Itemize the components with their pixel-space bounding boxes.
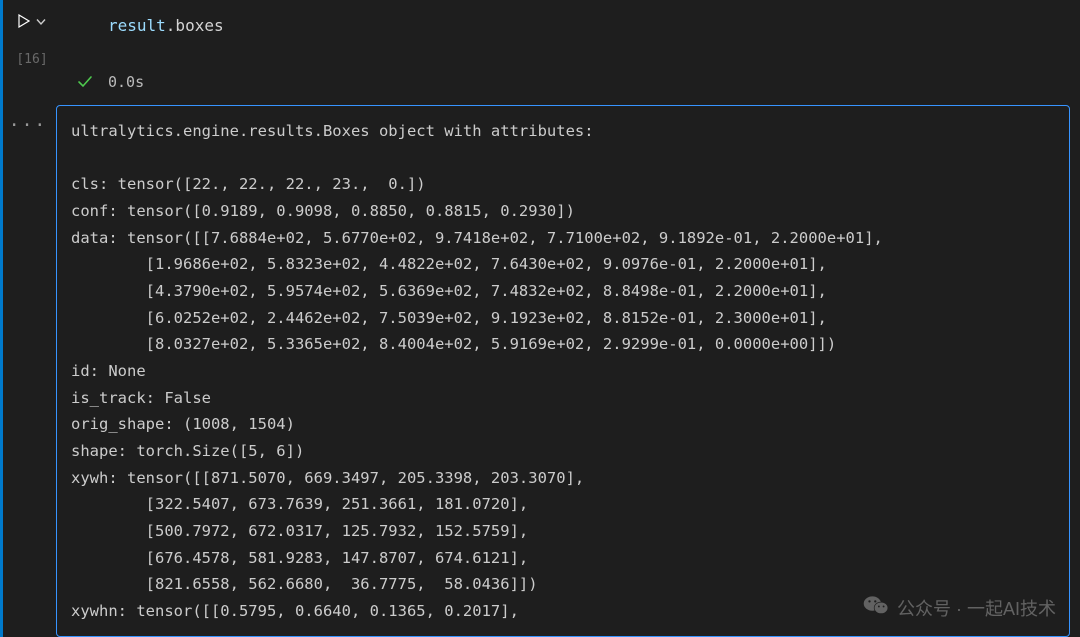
watermark-label: 公众号 · 一起AI技术 [897, 595, 1056, 621]
cell-gutter: [16] [0, 8, 64, 67]
output-wrapper: ··· ultralytics.engine.results.Boxes obj… [0, 105, 1080, 637]
execution-time: 0.0s [108, 73, 144, 91]
run-dropdown-icon[interactable] [36, 12, 46, 30]
run-cell-button[interactable] [18, 12, 46, 30]
wechat-icon [863, 594, 889, 621]
cell-status: 0.0s [0, 73, 1080, 105]
watermark: 公众号 · 一起AI技术 [863, 594, 1056, 621]
success-check-icon [76, 73, 94, 91]
execution-count: [16] [16, 52, 47, 67]
cell-active-marker [0, 0, 3, 637]
code-token-object: result [108, 16, 166, 35]
cell-input-area: [16] result.boxes [0, 0, 1080, 73]
output-collapse-button[interactable]: ··· [0, 105, 56, 637]
cell-output: ultralytics.engine.results.Boxes object … [56, 105, 1070, 637]
code-editor[interactable]: result.boxes [64, 8, 1080, 46]
code-token-property: .boxes [166, 16, 224, 35]
